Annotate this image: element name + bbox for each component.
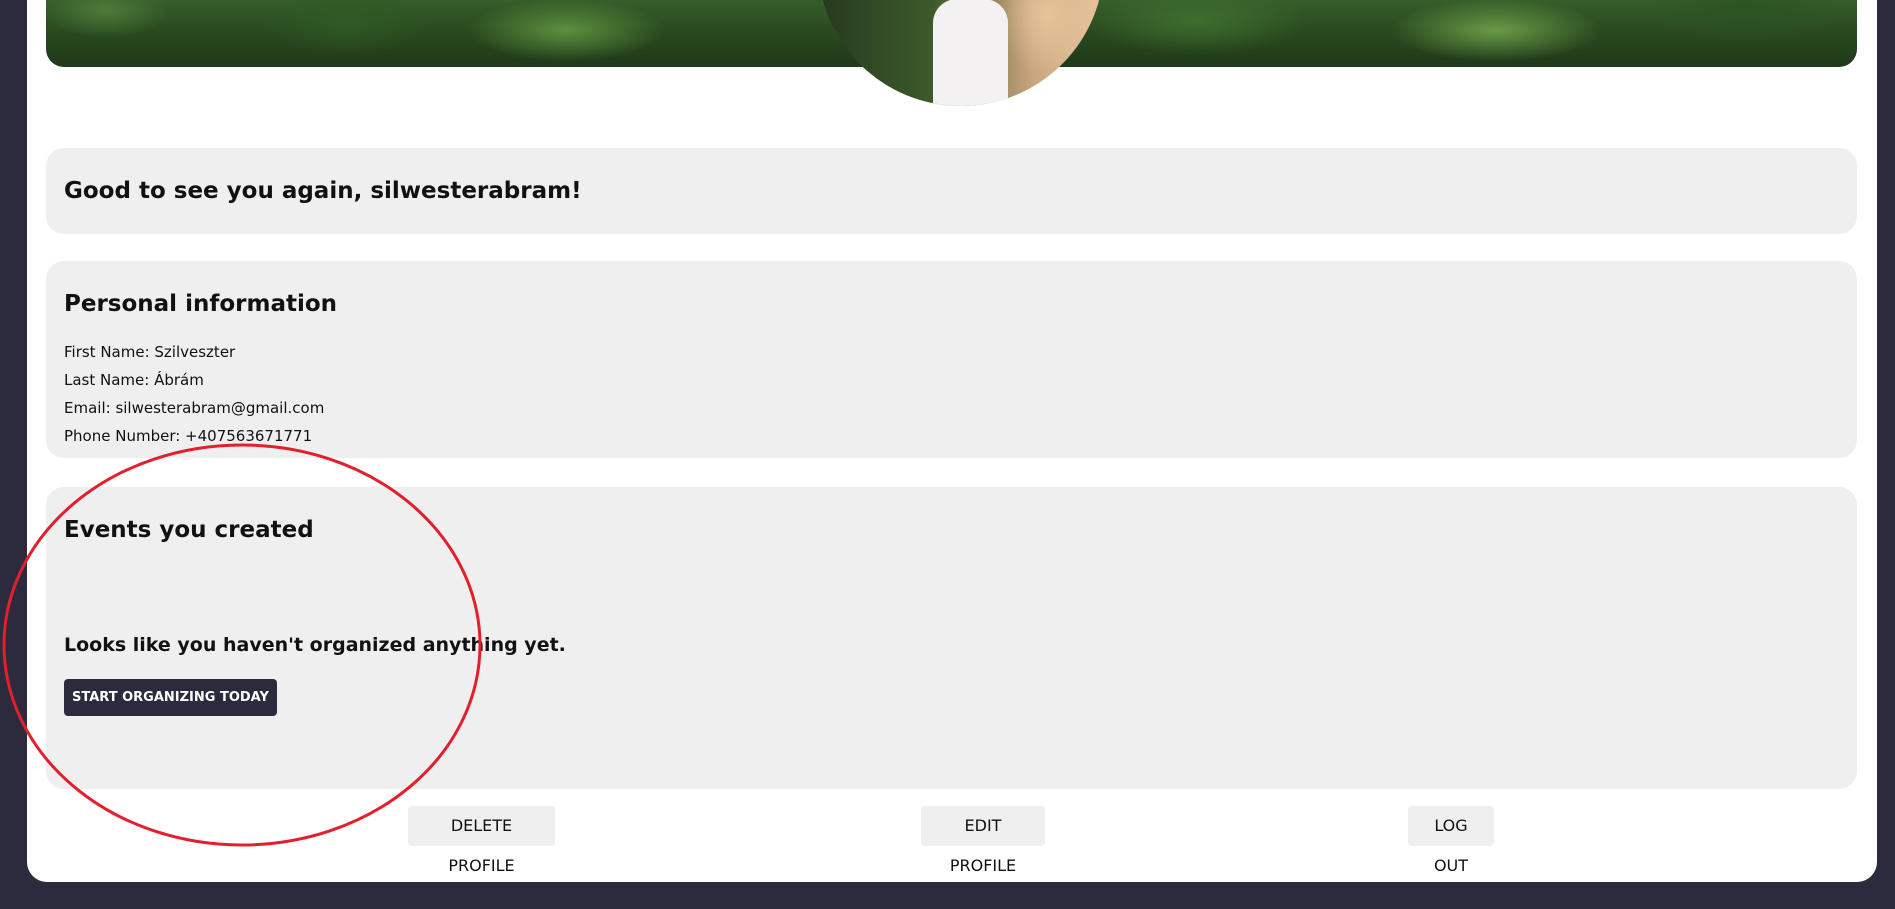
log-out-button[interactable]: LOG OUT xyxy=(1408,806,1494,875)
start-organizing-button[interactable]: START ORGANIZING TODAY xyxy=(64,679,277,716)
first-name-line: First Name: Szilveszter xyxy=(64,343,236,361)
greeting-text: Good to see you again, silwesterabram! xyxy=(64,178,582,204)
phone-line: Phone Number: +407563671771 xyxy=(64,427,313,445)
events-title: Events you created xyxy=(64,517,314,543)
delete-profile-button[interactable]: DELETE PROFILE xyxy=(408,806,555,875)
events-panel: Events you created Looks like you haven'… xyxy=(46,487,1857,789)
greeting-panel: Good to see you again, silwesterabram! xyxy=(46,148,1857,234)
no-events-message: Looks like you haven't organized anythin… xyxy=(64,634,566,656)
personal-info-panel: Personal information First Name: Szilves… xyxy=(46,261,1857,458)
email-line: Email: silwesterabram@gmail.com xyxy=(64,399,325,417)
personal-info-title: Personal information xyxy=(64,291,338,317)
profile-avatar xyxy=(818,0,1104,106)
last-name-line: Last Name: Ábrám xyxy=(64,371,204,389)
edit-profile-button[interactable]: EDIT PROFILE xyxy=(921,806,1045,875)
avatar-person-figure xyxy=(933,0,1008,106)
profile-page-card: Good to see you again, silwesterabram! P… xyxy=(27,0,1877,882)
